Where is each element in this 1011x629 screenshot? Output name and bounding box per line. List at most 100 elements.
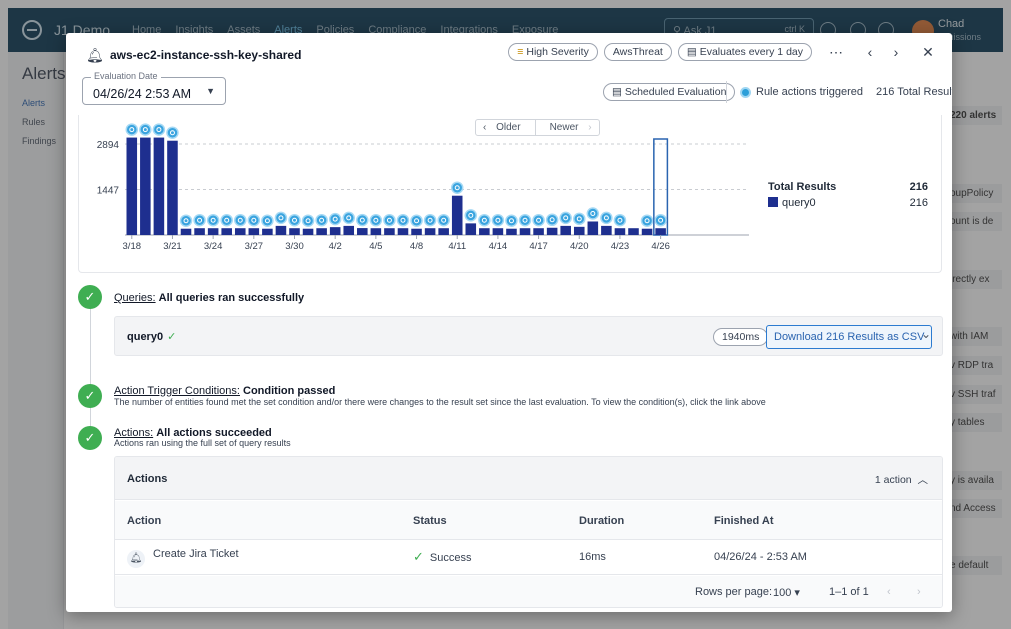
bar <box>343 225 355 235</box>
x-tick-label: 4/8 <box>410 241 423 252</box>
actions-description: Actions ran using the full set of query … <box>114 438 291 448</box>
x-tick-label: 4/26 <box>651 241 670 252</box>
bar <box>316 228 327 235</box>
duration-cell: 16ms <box>579 551 606 563</box>
rows-per-page-select[interactable]: 100 ▾ <box>773 586 800 599</box>
close-icon[interactable]: ✕ <box>918 44 938 61</box>
download-csv-button[interactable]: Download 216 Results as CSV <box>766 325 933 349</box>
table-row[interactable]: 🔔︎ Create Jira Ticket ✓ Success 16ms 04/26… <box>115 541 942 575</box>
query-name-wrap: query0 ✓ <box>127 330 176 343</box>
column-header-finished-at[interactable]: Finished At <box>714 515 773 527</box>
schedule-tag: ▤ Evaluates every 1 day <box>677 43 812 61</box>
column-header-duration[interactable]: Duration <box>579 515 624 527</box>
bar <box>560 225 571 235</box>
chevron-down-icon: ▼ <box>206 86 215 96</box>
queries-link[interactable]: Queries: <box>114 292 156 304</box>
evaluation-date-select[interactable]: Evaluation Date 04/26/24 2:53 AM ▼ <box>82 71 226 105</box>
trigger-marker <box>152 123 166 136</box>
bar <box>370 228 382 235</box>
bar <box>641 228 653 235</box>
alert-bell-icon: 🔔︎ <box>86 47 104 63</box>
x-tick-label: 4/14 <box>489 241 508 252</box>
trigger-marker <box>261 214 274 227</box>
x-tick-label: 4/2 <box>329 241 342 252</box>
pagination-range: 1–1 of 1 <box>829 586 869 598</box>
trigger-marker <box>505 214 518 227</box>
rule-actions-label: Rule actions triggered <box>756 86 864 98</box>
legend-swatch <box>768 197 778 207</box>
y-tick-label: 1447 <box>97 186 120 197</box>
chart-legend: Total Results 216 query0 216 <box>768 181 928 213</box>
x-tick-label: 3/24 <box>204 241 223 252</box>
x-tick-label: 3/18 <box>123 241 142 252</box>
trigger-marker <box>288 213 301 227</box>
trigger-conditions-link[interactable]: Action Trigger Conditions: <box>114 385 240 397</box>
trigger-marker <box>166 126 179 139</box>
bar <box>329 227 341 235</box>
trigger-marker <box>234 213 247 227</box>
bar <box>207 228 219 235</box>
divider <box>726 81 727 103</box>
prev-page-icon[interactable]: ‹ <box>887 586 891 598</box>
expand-chevrons-icon[interactable]: ⌄ <box>921 327 931 341</box>
alert-detail-modal: 🔔︎ aws-ec2-instance-ssh-key-shared ≡ High… <box>66 33 952 612</box>
legend-series[interactable]: query0 <box>768 197 816 209</box>
previous-icon[interactable]: ‹ <box>860 44 880 60</box>
check-icon: ✓ <box>78 285 102 309</box>
trigger-marker <box>478 213 491 227</box>
trigger-marker <box>356 213 369 227</box>
bar <box>248 228 260 235</box>
next-icon[interactable]: › <box>886 44 906 60</box>
status-text: Success <box>429 552 472 564</box>
bar <box>506 228 517 235</box>
legend-series-name: query0 <box>782 197 816 209</box>
severity-tag: ≡ High Severity <box>508 43 598 61</box>
trigger-marker <box>573 212 586 226</box>
actions-table: Actions 1 action ︿ Action Status Duratio… <box>114 456 943 608</box>
next-page-icon[interactable]: › <box>917 586 921 598</box>
trigger-marker <box>559 211 572 225</box>
trigger-marker <box>328 212 342 226</box>
action-cell: 🔔︎ Create Jira Ticket <box>127 548 239 568</box>
evaluation-date-value: 04/26/24 2:53 AM <box>93 87 191 101</box>
x-tick-label: 4/20 <box>570 241 589 252</box>
scheduled-label: Scheduled Evaluation <box>624 86 727 98</box>
bar <box>397 228 409 235</box>
actions-count: 1 action <box>874 474 912 486</box>
more-options-icon[interactable]: ⋯ <box>826 44 846 61</box>
trigger-marker <box>586 207 600 220</box>
trigger-marker <box>383 213 396 227</box>
rule-action-icon <box>740 86 751 98</box>
rows-per-page-label: Rows per page: <box>695 586 773 598</box>
bar <box>289 228 300 235</box>
query-row[interactable]: query0 ✓ 1940ms Download 216 Results as C… <box>114 316 943 356</box>
x-tick-label: 4/5 <box>369 241 382 252</box>
bar <box>167 140 178 235</box>
bar <box>153 137 165 235</box>
trigger-marker <box>491 213 505 227</box>
trigger-marker <box>450 181 464 194</box>
actions-table-header: Actions 1 action ︿ <box>115 457 942 500</box>
trigger-status: Condition passed <box>243 385 336 397</box>
bar <box>546 227 558 235</box>
chevron-up-icon: ︿ <box>914 474 928 486</box>
query-name: query0 <box>127 331 164 343</box>
column-header-status[interactable]: Status <box>413 515 447 527</box>
bar <box>126 137 138 235</box>
finished-at-cell: 04/26/24 - 2:53 AM <box>714 551 807 563</box>
check-icon: ✓ <box>78 426 102 450</box>
column-header-action[interactable]: Action <box>127 515 161 527</box>
bar <box>573 226 585 235</box>
actions-table-title: Actions <box>127 473 168 485</box>
bar <box>479 228 490 235</box>
actions-collapse-toggle[interactable]: 1 action ︿ <box>875 472 928 487</box>
bar <box>533 228 544 235</box>
trigger-marker <box>220 213 233 227</box>
check-icon: ✓ <box>167 331 177 343</box>
calendar-icon: ▤ <box>686 46 700 58</box>
legend-total: 216 <box>909 181 928 193</box>
bar <box>180 228 192 235</box>
bar <box>194 228 205 235</box>
trigger-marker <box>545 213 559 227</box>
rule-title: aws-ec2-instance-ssh-key-shared <box>110 48 302 62</box>
